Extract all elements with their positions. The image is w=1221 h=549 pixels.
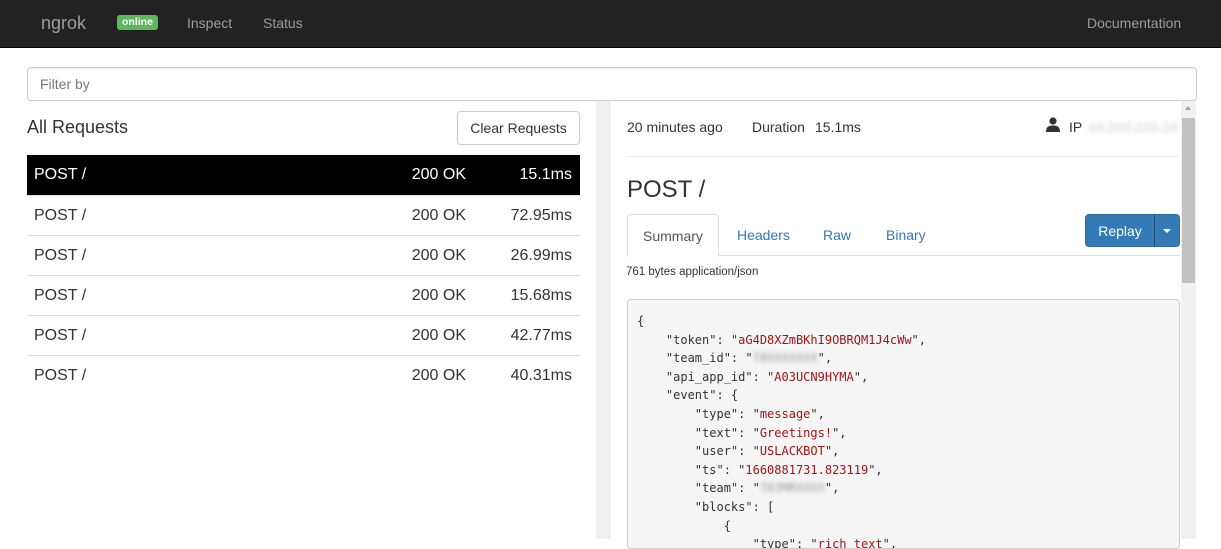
body-size-info: 761 bytes application/json <box>626 266 759 278</box>
tab-summary[interactable]: Summary <box>627 214 719 257</box>
request-status: 200 OK <box>411 367 466 384</box>
replay-dropdown-caret-icon[interactable] <box>1154 214 1180 247</box>
request-status: 200 OK <box>411 166 466 183</box>
request-time-ago: 20 minutes ago <box>627 119 723 135</box>
request-method: POST / <box>34 327 87 344</box>
replay-button[interactable]: Replay <box>1085 214 1155 247</box>
clear-requests-button[interactable]: Clear Requests <box>457 111 580 145</box>
nav-inspect[interactable]: Inspect <box>187 15 232 31</box>
json-body-viewer: { "token": "aG4D8XZmBKhI9OBRQM1J4cWw", "… <box>627 299 1180 549</box>
tab-binary[interactable]: Binary <box>871 214 941 256</box>
json-token: aG4D8XZmBKhI9OBRQM1J4cWw <box>738 332 912 347</box>
request-status: 200 OK <box>411 247 466 264</box>
top-navbar: ngrok online Inspect Status Documentatio… <box>0 0 1221 48</box>
json-event-ts: 1660881731.823119 <box>745 462 869 477</box>
json-body-code: { "token": "aG4D8XZmBKhI9OBRQM1J4cWw", "… <box>637 312 926 548</box>
json-event-type: message <box>759 406 811 421</box>
tab-raw[interactable]: Raw <box>808 214 866 256</box>
nav-status[interactable]: Status <box>263 15 303 31</box>
request-duration: 26.99ms <box>510 247 572 264</box>
detail-separator <box>627 156 1180 157</box>
table-row[interactable]: POST / 200 OK 15.1ms <box>27 155 580 195</box>
json-api-app-id: A03UCN9HYMA <box>774 369 854 384</box>
table-row[interactable]: POST / 200 OK 26.99ms <box>27 235 580 275</box>
request-duration: 72.95ms <box>510 207 572 224</box>
request-method: POST / <box>34 367 87 384</box>
requests-panel-title: All Requests <box>27 117 129 137</box>
request-duration: 40.31ms <box>510 367 572 384</box>
request-title: POST / <box>627 176 706 203</box>
duration-label: Duration <box>752 119 805 135</box>
table-row[interactable]: POST / 200 OK 40.31ms <box>27 355 580 395</box>
json-event-team: T03MRXXXX <box>759 481 825 496</box>
request-duration: 15.68ms <box>510 287 572 304</box>
request-status: 200 OK <box>411 327 466 344</box>
table-row[interactable]: POST / 200 OK 72.95ms <box>27 195 580 235</box>
brand-logo[interactable]: ngrok <box>41 13 86 34</box>
request-method: POST / <box>34 166 87 183</box>
ip-label: IP <box>1069 119 1083 135</box>
status-badge: online <box>117 15 158 30</box>
table-row[interactable]: POST / 200 OK 42.77ms <box>27 315 580 355</box>
ip-value: 44.200.220.24 <box>1088 119 1178 135</box>
request-duration: 42.77ms <box>510 327 572 344</box>
table-row[interactable]: POST / 200 OK 15.68ms <box>27 275 580 315</box>
request-duration: 15.1ms <box>519 166 572 183</box>
request-method: POST / <box>34 287 87 304</box>
nav-documentation[interactable]: Documentation <box>1087 15 1181 31</box>
scrollbar-thumb[interactable] <box>1182 118 1195 283</box>
duration-value: 15.1ms <box>815 119 861 135</box>
request-method: POST / <box>34 247 87 264</box>
request-method: POST / <box>34 207 87 224</box>
json-event-text: Greetings! <box>759 425 833 440</box>
request-status: 200 OK <box>411 287 466 304</box>
filter-input[interactable] <box>27 67 1197 101</box>
json-team-id: T0XXXXXXX <box>752 351 818 366</box>
user-icon <box>1046 117 1060 132</box>
scroll-up-arrow-icon[interactable] <box>1185 106 1191 110</box>
json-event-user: USLACKBOT <box>759 444 825 459</box>
requests-table: POST / 200 OK 15.1ms POST / 200 OK 72.95… <box>27 155 580 395</box>
panel-divider[interactable] <box>596 101 611 539</box>
tab-headers[interactable]: Headers <box>722 214 805 256</box>
request-status: 200 OK <box>411 207 466 224</box>
